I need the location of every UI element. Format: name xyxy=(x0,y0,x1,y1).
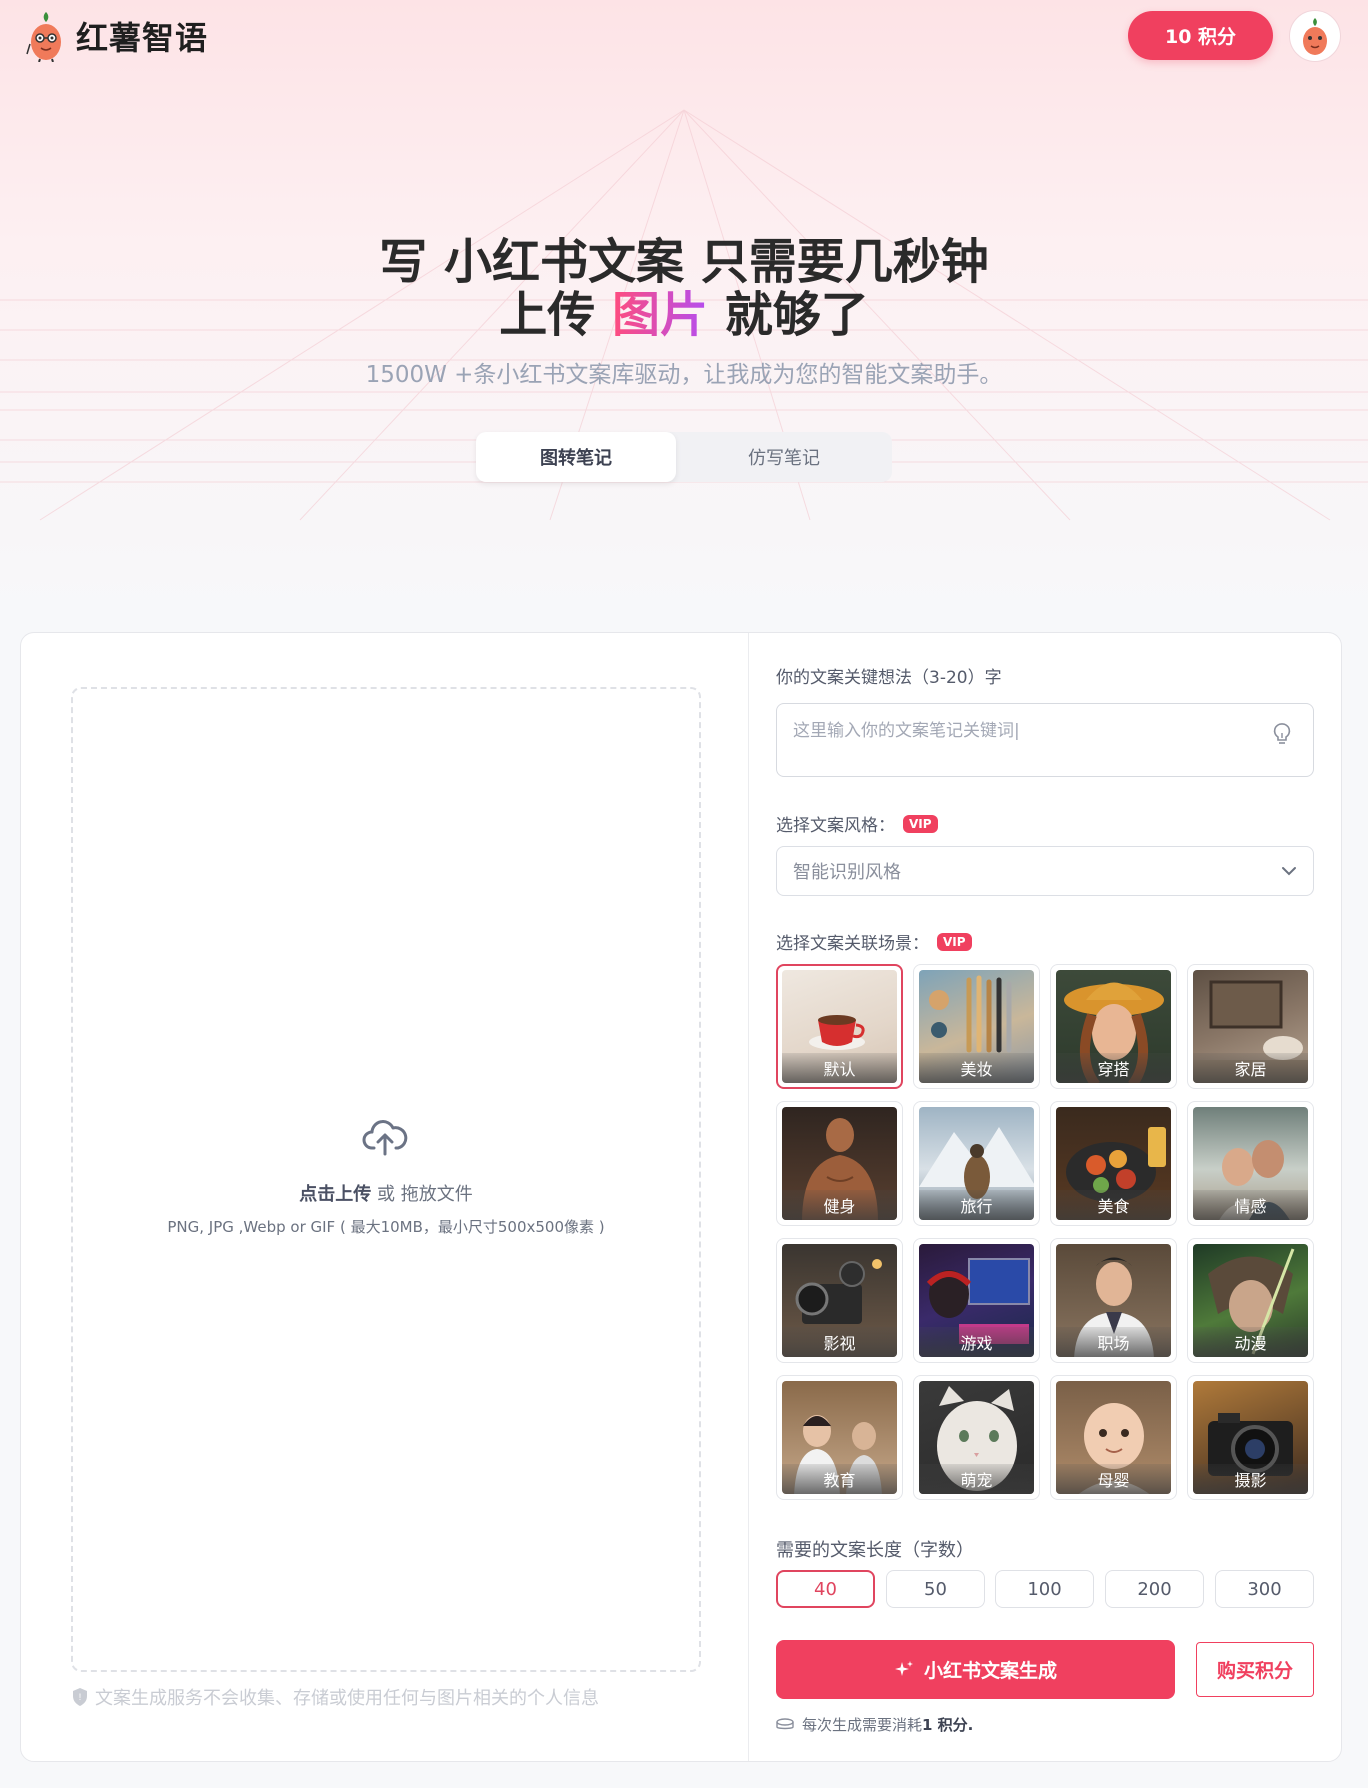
sparkle-icon xyxy=(894,1660,913,1676)
scene-grid: 默认 美妆 穿搭 家居 健身 旅行 美食 情感 影视 游戏 职场 动漫 教育 萌… xyxy=(776,964,1314,1500)
scene-caption: 美妆 xyxy=(919,1053,1034,1083)
length-options: 40 50 100 200 300 xyxy=(776,1570,1314,1608)
user-avatar[interactable] xyxy=(1289,10,1341,62)
length-option-40[interactable]: 40 xyxy=(776,1570,875,1608)
privacy-text: 文案生成服务不会收集、存储或使用任何与图片相关的个人信息 xyxy=(95,1688,599,1709)
hero-title-highlight: 图片 xyxy=(611,287,708,343)
click-upload-link[interactable]: 点击上传 xyxy=(299,1184,371,1205)
scene-caption: 美食 xyxy=(1056,1190,1171,1220)
scene-film[interactable]: 影视 xyxy=(776,1238,903,1363)
cost-text: 每次生成需要消耗1 积分. xyxy=(802,1716,974,1734)
points-button[interactable]: 10 积分 xyxy=(1128,11,1273,60)
scene-caption: 情感 xyxy=(1193,1190,1308,1220)
scene-caption: 影视 xyxy=(782,1327,897,1357)
upload-format-hint: PNG, JPG ,Webp or GIF ( 最大10MB，最小尺寸500x5… xyxy=(167,1218,605,1236)
hero-title-line2: 上传 图片 就够了 xyxy=(0,275,1368,345)
mode-tabs: 图转笔记 仿写笔记 xyxy=(476,432,892,482)
scene-game[interactable]: 游戏 xyxy=(913,1238,1040,1363)
scene-makeup[interactable]: 美妆 xyxy=(913,964,1040,1089)
hero-subtitle: 1500W +条小红书文案库驱动，让我成为您的智能文案助手。 xyxy=(365,362,1003,388)
scene-caption: 职场 xyxy=(1056,1327,1171,1357)
buy-points-button[interactable]: 购买积分 xyxy=(1196,1642,1314,1697)
brand-name: 红薯智语 xyxy=(76,19,209,57)
generate-button[interactable]: 小红书文案生成 xyxy=(776,1640,1175,1699)
generate-label: 小红书文案生成 xyxy=(923,1660,1057,1682)
scene-home[interactable]: 家居 xyxy=(1187,964,1314,1089)
scene-caption: 教育 xyxy=(782,1464,897,1494)
cloud-upload-icon[interactable] xyxy=(362,1118,408,1158)
scene-fitness[interactable]: 健身 xyxy=(776,1101,903,1226)
scene-caption: 家居 xyxy=(1193,1053,1308,1083)
scene-anime[interactable]: 动漫 xyxy=(1187,1238,1314,1363)
style-select[interactable]: 智能识别风格 xyxy=(776,846,1314,896)
scene-caption: 穿搭 xyxy=(1056,1053,1171,1083)
scene-label: 选择文案关联场景： VIP xyxy=(776,929,972,954)
length-option-200[interactable]: 200 xyxy=(1105,1570,1204,1608)
length-option-100[interactable]: 100 xyxy=(995,1570,1094,1608)
scene-caption: 萌宠 xyxy=(919,1464,1034,1494)
scene-caption: 健身 xyxy=(782,1190,897,1220)
scene-food[interactable]: 美食 xyxy=(1050,1101,1177,1226)
card-divider xyxy=(748,633,749,1761)
coins-icon xyxy=(776,1717,794,1729)
style-select-value: 智能识别风格 xyxy=(793,862,901,883)
svg-text:!: ! xyxy=(79,1692,82,1702)
upload-instruction: 点击上传 或 拖放文件 xyxy=(71,1180,701,1206)
vip-badge: VIP xyxy=(937,932,972,951)
sweet-potato-logo-icon xyxy=(26,12,61,62)
scene-caption: 默认 xyxy=(782,1053,897,1083)
scene-workplace[interactable]: 职场 xyxy=(1050,1238,1177,1363)
keyword-input[interactable] xyxy=(776,703,1314,777)
hero-title-post: 就够了 xyxy=(708,287,869,343)
privacy-note: ! 文案生成服务不会收集、存储或使用任何与图片相关的个人信息 xyxy=(71,1684,599,1710)
length-option-50[interactable]: 50 xyxy=(886,1570,985,1608)
scene-caption: 动漫 xyxy=(1193,1327,1308,1357)
scene-photography[interactable]: 摄影 xyxy=(1187,1375,1314,1500)
lightbulb-icon[interactable] xyxy=(1272,722,1292,746)
avatar-sweet-potato-icon xyxy=(1303,18,1327,55)
scene-education[interactable]: 教育 xyxy=(776,1375,903,1500)
keyword-label: 你的文案关键想法（3-20）字 xyxy=(776,668,1002,688)
cost-note: 每次生成需要消耗1 积分. xyxy=(776,1714,973,1735)
tab-imitate-note[interactable]: 仿写笔记 xyxy=(684,432,884,482)
length-option-300[interactable]: 300 xyxy=(1215,1570,1314,1608)
scene-baby[interactable]: 母婴 xyxy=(1050,1375,1177,1500)
top-header: 红薯智语 10 积分 xyxy=(0,0,1368,72)
shield-icon: ! xyxy=(73,1688,87,1706)
hero-title-pre: 上传 xyxy=(499,287,612,343)
scene-outfit[interactable]: 穿搭 xyxy=(1050,964,1177,1089)
scene-pets[interactable]: 萌宠 xyxy=(913,1375,1040,1500)
scene-caption: 旅行 xyxy=(919,1190,1034,1220)
length-label: 需要的文案长度（字数） xyxy=(776,1540,974,1561)
brand-logo[interactable]: 红薯智语 xyxy=(26,10,208,62)
tab-image-to-note[interactable]: 图转笔记 xyxy=(476,432,676,482)
drag-drop-text: 或 拖放文件 xyxy=(371,1184,473,1205)
scene-caption: 游戏 xyxy=(919,1327,1034,1357)
scene-caption: 母婴 xyxy=(1056,1464,1171,1494)
vip-badge: VIP xyxy=(903,814,938,833)
style-label: 选择文案风格： VIP xyxy=(776,811,938,836)
scene-travel[interactable]: 旅行 xyxy=(913,1101,1040,1226)
scene-emotion[interactable]: 情感 xyxy=(1187,1101,1314,1226)
scene-default[interactable]: 默认 xyxy=(776,964,903,1089)
chevron-down-icon xyxy=(1282,867,1296,876)
scene-caption: 摄影 xyxy=(1193,1464,1308,1494)
